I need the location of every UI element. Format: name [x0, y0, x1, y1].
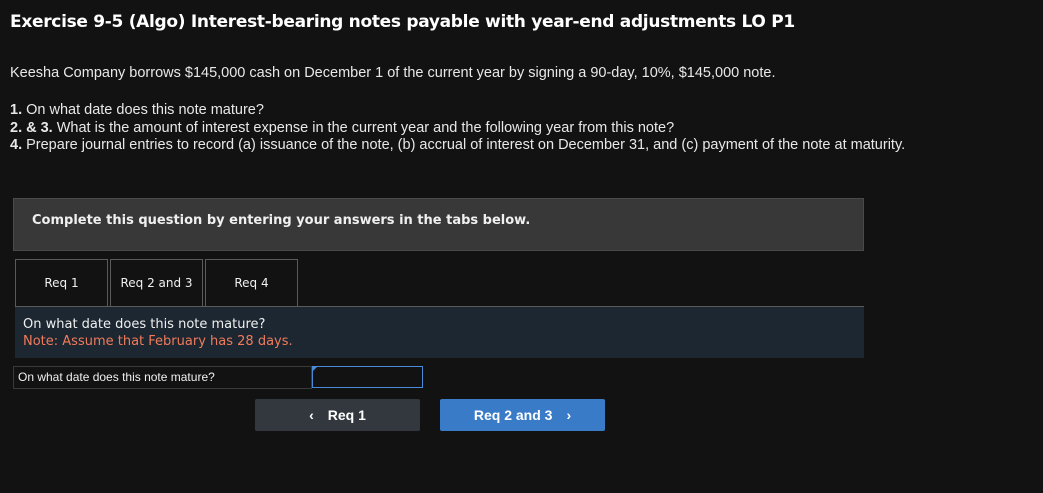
- input-marker-icon: [313, 366, 318, 371]
- page-title: Exercise 9-5 (Algo) Interest-bearing not…: [10, 12, 795, 32]
- prev-req-button[interactable]: ‹ Req 1: [255, 399, 420, 431]
- tab-label: Req 4: [234, 276, 269, 290]
- question-item: 1. On what date does this note mature?: [10, 102, 930, 120]
- answer-label: On what date does this note mature?: [13, 366, 312, 389]
- next-req-button[interactable]: Req 2 and 3 ›: [440, 399, 605, 431]
- tab-label: Req 1: [44, 276, 79, 290]
- problem-intro: Keesha Company borrows $145,000 cash on …: [10, 65, 776, 81]
- question-text: On what date does this note mature?: [22, 102, 264, 118]
- question-number: 4.: [10, 137, 23, 153]
- question-item: 2. & 3. What is the amount of interest e…: [10, 120, 930, 138]
- prev-button-label: Req 1: [327, 407, 366, 423]
- question-number: 1.: [10, 102, 23, 118]
- tab-req-4[interactable]: Req 4: [205, 259, 298, 307]
- question-item: 4. Prepare journal entries to record (a)…: [10, 137, 930, 155]
- tab-req-1[interactable]: Req 1: [15, 259, 108, 307]
- question-panel: On what date does this note mature? Note…: [15, 307, 864, 358]
- panel-question: On what date does this note mature?: [23, 317, 266, 332]
- question-list: 1. On what date does this note mature? 2…: [10, 102, 930, 155]
- instructions-banner: Complete this question by entering your …: [13, 198, 864, 251]
- panel-note: Note: Assume that February has 28 days.: [23, 334, 293, 349]
- maturity-date-input[interactable]: [312, 366, 423, 388]
- instructions-text: Complete this question by entering your …: [32, 213, 531, 228]
- question-number: 2. & 3.: [10, 119, 53, 136]
- tab-label: Req 2 and 3: [120, 276, 193, 290]
- tab-req-2-and-3[interactable]: Req 2 and 3: [110, 259, 203, 307]
- question-text: What is the amount of interest expense i…: [52, 119, 675, 136]
- next-button-label: Req 2 and 3: [473, 407, 553, 423]
- chevron-right-icon: ›: [566, 407, 572, 423]
- question-text: Prepare journal entries to record (a) is…: [22, 137, 906, 153]
- chevron-left-icon: ‹: [309, 407, 314, 423]
